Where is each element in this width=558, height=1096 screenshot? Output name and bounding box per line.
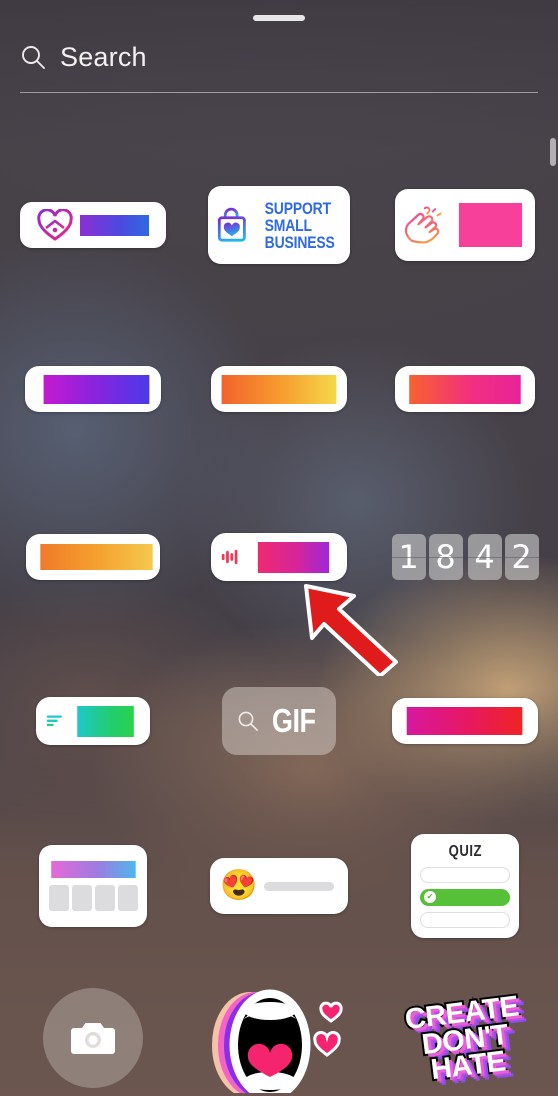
sticker-quiz[interactable]: QUIZ ✔ [411, 834, 519, 938]
sticker-tray-header: Search [0, 0, 558, 100]
sticker-cell: LOCATION [0, 362, 186, 416]
sticker-challenge[interactable]: CHALLENGE [26, 534, 160, 580]
check-icon: ✔ [424, 891, 436, 904]
sticker-emoji-slider[interactable]: 😍 [210, 858, 348, 914]
sticker-label: CHALLENGE [39, 544, 153, 570]
sticker-label: LOCATION [43, 374, 149, 404]
quiz-title: QUIZ [448, 843, 482, 860]
clapping-hands-icon [404, 206, 442, 244]
quiz-option[interactable] [420, 911, 510, 928]
sticker-countdown[interactable]: COUNTDOWN [39, 845, 147, 927]
countdown-box [117, 884, 138, 911]
sticker-thank-you[interactable]: THANK YOU [395, 189, 535, 261]
sticker-label-block: THANK YOU [458, 203, 523, 247]
quiz-option[interactable] [420, 867, 510, 884]
sticker-cell [0, 980, 186, 1096]
search-divider [20, 92, 538, 93]
heart-house-icon [36, 209, 73, 241]
clock-digit: 2 [504, 534, 539, 580]
quiz-option-correct[interactable]: ✔ [420, 889, 510, 906]
sticker-open-mouth[interactable] [204, 983, 354, 1096]
sound-bars-icon [221, 549, 238, 565]
sticker-label-block: CREATE DON'T HATE [401, 989, 527, 1089]
sticker-cell: घर पे रहो [0, 182, 186, 268]
sticker-music[interactable]: MUSIC [211, 533, 347, 581]
sticker-cell: @MENTION [186, 362, 372, 416]
sticker-questions[interactable]: QUESTIONS [392, 698, 538, 744]
sticker-cell: #HASHTAG [372, 362, 558, 416]
countdown-box [71, 884, 92, 911]
sticker-cell: SUPPORT SMALL BUSINESS [186, 182, 372, 268]
search-icon [238, 711, 259, 731]
sticker-support-small-business[interactable]: SUPPORT SMALL BUSINESS [208, 186, 350, 264]
clock-digit: 4 [467, 534, 502, 580]
sticker-label: MUSIC [257, 541, 330, 573]
sticker-row-2: LOCATION @MENTION #HASHTAG [0, 362, 558, 416]
sticker-cell: 1 8 4 2 [372, 530, 558, 584]
sticker-grid: घर पे रहो SUPPORT SMALL [0, 100, 558, 1096]
search-input[interactable]: Search [60, 42, 147, 73]
sticker-location[interactable]: LOCATION [25, 366, 161, 412]
drag-handle[interactable] [253, 15, 305, 21]
sticker-cell: THANK YOU [372, 182, 558, 268]
scrollbar-thumb[interactable] [550, 138, 556, 166]
sticker-ghar-pe-raho[interactable]: घर पे रहो [20, 202, 166, 248]
sticker-label: #HASHTAG [409, 374, 521, 404]
sticker-cell: MUSIC [186, 530, 372, 584]
sticker-label-line: THANK [459, 203, 522, 225]
shopping-bag-heart-icon [217, 207, 246, 242]
sticker-cell: QUESTIONS [372, 692, 558, 750]
sticker-label: GIF [272, 702, 316, 739]
sticker-camera[interactable] [43, 988, 143, 1088]
clock-digit: 1 [391, 534, 426, 580]
sticker-label-block: SUPPORT SMALL BUSINESS [264, 200, 334, 251]
heart-eyes-emoji: 😍 [220, 869, 258, 902]
sticker-row-4: POLL GIF QUESTIONS [0, 687, 558, 755]
sticker-hashtag[interactable]: #HASHTAG [395, 366, 535, 412]
search-icon [22, 46, 45, 69]
sticker-row-1: घर पे रहो SUPPORT SMALL [0, 182, 558, 268]
sticker-label: QUESTIONS [407, 707, 523, 735]
search-bar[interactable]: Search [20, 36, 538, 78]
countdown-box [48, 884, 69, 911]
sticker-cell: QUIZ ✔ [372, 834, 558, 938]
sticker-label: @MENTION [221, 374, 337, 404]
sticker-cell: 😍 [186, 838, 372, 934]
sticker-cell: CREATE DON'T HATE [372, 980, 558, 1096]
sticker-create-dont-hate[interactable]: CREATE DON'T HATE [390, 983, 540, 1093]
sticker-label-line: YOU [459, 225, 522, 247]
sticker-label: COUNTDOWN [50, 860, 136, 878]
sticker-row-3: CHALLENGE MUSIC 1 8 4 [0, 530, 558, 584]
clock-minutes: 4 2 [467, 534, 539, 580]
sticker-label-line: SUPPORT [264, 198, 331, 218]
poll-bars-icon [46, 715, 62, 727]
sticker-poll[interactable]: POLL [36, 697, 150, 745]
sticker-cell: GIF [186, 687, 372, 755]
sticker-cell: CHALLENGE [0, 530, 186, 584]
sticker-gif[interactable]: GIF [222, 687, 336, 755]
sticker-row-6: CREATE DON'T HATE [0, 980, 558, 1096]
sticker-label: घर पे रहो [79, 214, 150, 236]
sticker-row-5: COUNTDOWN 😍 QUIZ ✔ [0, 834, 558, 938]
slider-track[interactable] [264, 881, 334, 891]
sticker-cell: COUNTDOWN [0, 838, 186, 934]
countdown-digits [48, 884, 138, 911]
clock-hours: 1 8 [391, 534, 463, 580]
sticker-label-line: BUSINESS [264, 232, 335, 252]
clock-digit: 8 [428, 534, 463, 580]
sticker-cell [186, 980, 372, 1096]
sticker-label: POLL [76, 705, 134, 737]
sticker-label-line: SMALL [264, 215, 312, 235]
camera-icon [71, 1023, 115, 1054]
sticker-cell: POLL [0, 692, 186, 750]
open-mouth-hearts-icon [212, 989, 343, 1096]
countdown-box [94, 884, 115, 911]
annotation-arrow [304, 584, 398, 676]
sticker-clock[interactable]: 1 8 4 2 [391, 534, 539, 580]
sticker-mention[interactable]: @MENTION [211, 366, 347, 412]
